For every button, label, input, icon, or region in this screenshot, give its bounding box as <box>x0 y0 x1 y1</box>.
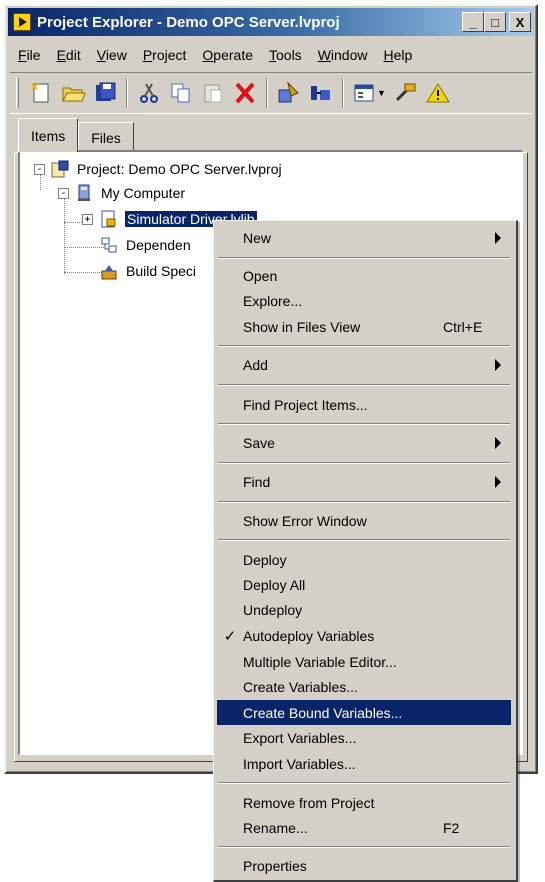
menu-help[interactable]: Help <box>376 47 421 63</box>
menu-item-open[interactable]: Open <box>217 263 511 288</box>
expand-toggle[interactable]: + <box>82 213 93 225</box>
menu-item-deploy-all[interactable]: Deploy All <box>217 572 511 597</box>
tab-items[interactable]: Items <box>18 118 79 152</box>
menu-tools[interactable]: Tools <box>261 47 310 63</box>
shortcut-ctrl-e: Ctrl+E <box>443 318 483 335</box>
tree-row-dependencies[interactable]: Dependen <box>100 234 191 256</box>
computer-icon <box>78 184 90 201</box>
tools-icon[interactable] <box>390 77 422 109</box>
maximize-button[interactable]: □ <box>484 12 506 32</box>
copy-icon[interactable] <box>165 77 197 109</box>
menu-separator <box>218 384 510 386</box>
toolbar-separator <box>126 78 128 108</box>
menu-separator <box>218 846 510 848</box>
submenu-arrow-icon <box>495 231 501 244</box>
tree-label-project: Project: Demo OPC Server.lvproj <box>77 161 282 177</box>
project-add-icon[interactable] <box>273 77 305 109</box>
tree-connector <box>64 194 65 274</box>
menu-project[interactable]: Project <box>135 47 195 63</box>
tree-connector <box>64 247 104 248</box>
delete-icon[interactable] <box>229 77 261 109</box>
close-button[interactable]: X <box>509 12 531 32</box>
menu-file[interactable]: File <box>10 47 49 63</box>
menu-item-undeploy[interactable]: Undeploy <box>217 597 511 622</box>
save-all-icon[interactable] <box>89 77 121 109</box>
tree-row-build-specifications[interactable]: Build Speci <box>100 260 196 282</box>
menu-separator <box>218 345 510 347</box>
title-bar[interactable]: Project Explorer - Demo OPC Server.lvpro… <box>8 8 534 36</box>
menu-separator <box>218 423 510 425</box>
tree-connector <box>64 222 82 223</box>
tree-row-my-computer[interactable]: - My Computer <box>58 182 185 204</box>
menu-separator <box>218 501 510 503</box>
toolbar-grip[interactable] <box>16 78 19 108</box>
menu-item-create-variables[interactable]: Create Variables... <box>217 674 511 699</box>
tab-strip: Items Files <box>18 118 134 152</box>
collapse-toggle[interactable]: - <box>34 163 45 175</box>
menu-item-new[interactable]: New <box>217 225 511 250</box>
library-icon <box>101 210 116 228</box>
build-icon[interactable] <box>305 77 337 109</box>
menu-item-show-in-files-view[interactable]: Show in Files View Ctrl+E <box>217 314 511 339</box>
menu-item-explore[interactable]: Explore... <box>217 288 511 313</box>
tree-label-build-specifications: Build Speci <box>126 263 197 279</box>
tree-connector <box>64 272 104 273</box>
menu-item-save[interactable]: Save <box>217 430 511 455</box>
collapse-toggle[interactable]: - <box>58 187 69 199</box>
menu-item-remove-from-project[interactable]: Remove from Project <box>217 790 511 815</box>
submenu-arrow-icon <box>495 436 501 449</box>
menu-separator <box>218 539 510 541</box>
menu-separator <box>218 782 510 784</box>
toolbar: ▼ <box>10 72 532 114</box>
dependencies-icon <box>101 237 117 253</box>
menu-item-rename[interactable]: Rename... F2 <box>217 815 511 840</box>
submenu-arrow-icon <box>495 475 501 488</box>
tree-row-project[interactable]: - Project: Demo OPC Server.lvproj <box>34 158 282 180</box>
menu-item-find[interactable]: Find <box>217 469 511 494</box>
window-title: Project Explorer - Demo OPC Server.lvpro… <box>37 13 340 31</box>
project-icon <box>51 160 69 178</box>
tree-label-my-computer: My Computer <box>101 185 186 201</box>
menu-item-show-error-window[interactable]: Show Error Window <box>217 508 511 533</box>
menu-item-export-variables[interactable]: Export Variables... <box>217 725 511 750</box>
menu-edit[interactable]: Edit <box>49 47 89 63</box>
menu-item-autodeploy-variables[interactable]: ✓ Autodeploy Variables <box>217 623 511 648</box>
menu-item-find-project-items[interactable]: Find Project Items... <box>217 392 511 417</box>
menu-view[interactable]: View <box>89 47 135 63</box>
build-specifications-icon <box>101 265 117 280</box>
context-menu: New Open Explore... Show in Files View Ct… <box>213 220 518 882</box>
menu-window[interactable]: Window <box>310 47 376 63</box>
menu-separator <box>218 462 510 464</box>
tree-label-dependencies: Dependen <box>126 237 191 253</box>
chevron-down-icon[interactable]: ▼ <box>377 88 386 98</box>
submenu-arrow-icon <box>495 358 501 371</box>
warning-icon[interactable] <box>422 77 454 109</box>
menu-item-create-bound-variables[interactable]: Create Bound Variables... <box>217 700 511 725</box>
cut-icon[interactable] <box>133 77 165 109</box>
paste-icon[interactable] <box>197 77 229 109</box>
menu-separator <box>218 257 510 259</box>
toolbar-separator <box>342 78 344 108</box>
menu-item-properties[interactable]: Properties <box>217 853 511 878</box>
tab-files[interactable]: Files <box>78 122 134 152</box>
menu-item-add[interactable]: Add <box>217 352 511 377</box>
shortcut-f2: F2 <box>443 819 460 836</box>
minimize-button[interactable]: _ <box>462 12 484 32</box>
menu-item-import-variables[interactable]: Import Variables... <box>217 751 511 776</box>
toolbar-separator <box>266 78 268 108</box>
menu-item-multiple-variable-editor[interactable]: Multiple Variable Editor... <box>217 649 511 674</box>
checkmark-icon: ✓ <box>223 627 237 645</box>
menu-operate[interactable]: Operate <box>194 47 261 63</box>
menu-item-deploy[interactable]: Deploy <box>217 547 511 572</box>
new-icon[interactable] <box>25 77 57 109</box>
menu-bar: File Edit View Project Operate Tools Win… <box>10 43 532 67</box>
open-folder-icon[interactable] <box>57 77 89 109</box>
labview-app-icon <box>13 13 31 31</box>
